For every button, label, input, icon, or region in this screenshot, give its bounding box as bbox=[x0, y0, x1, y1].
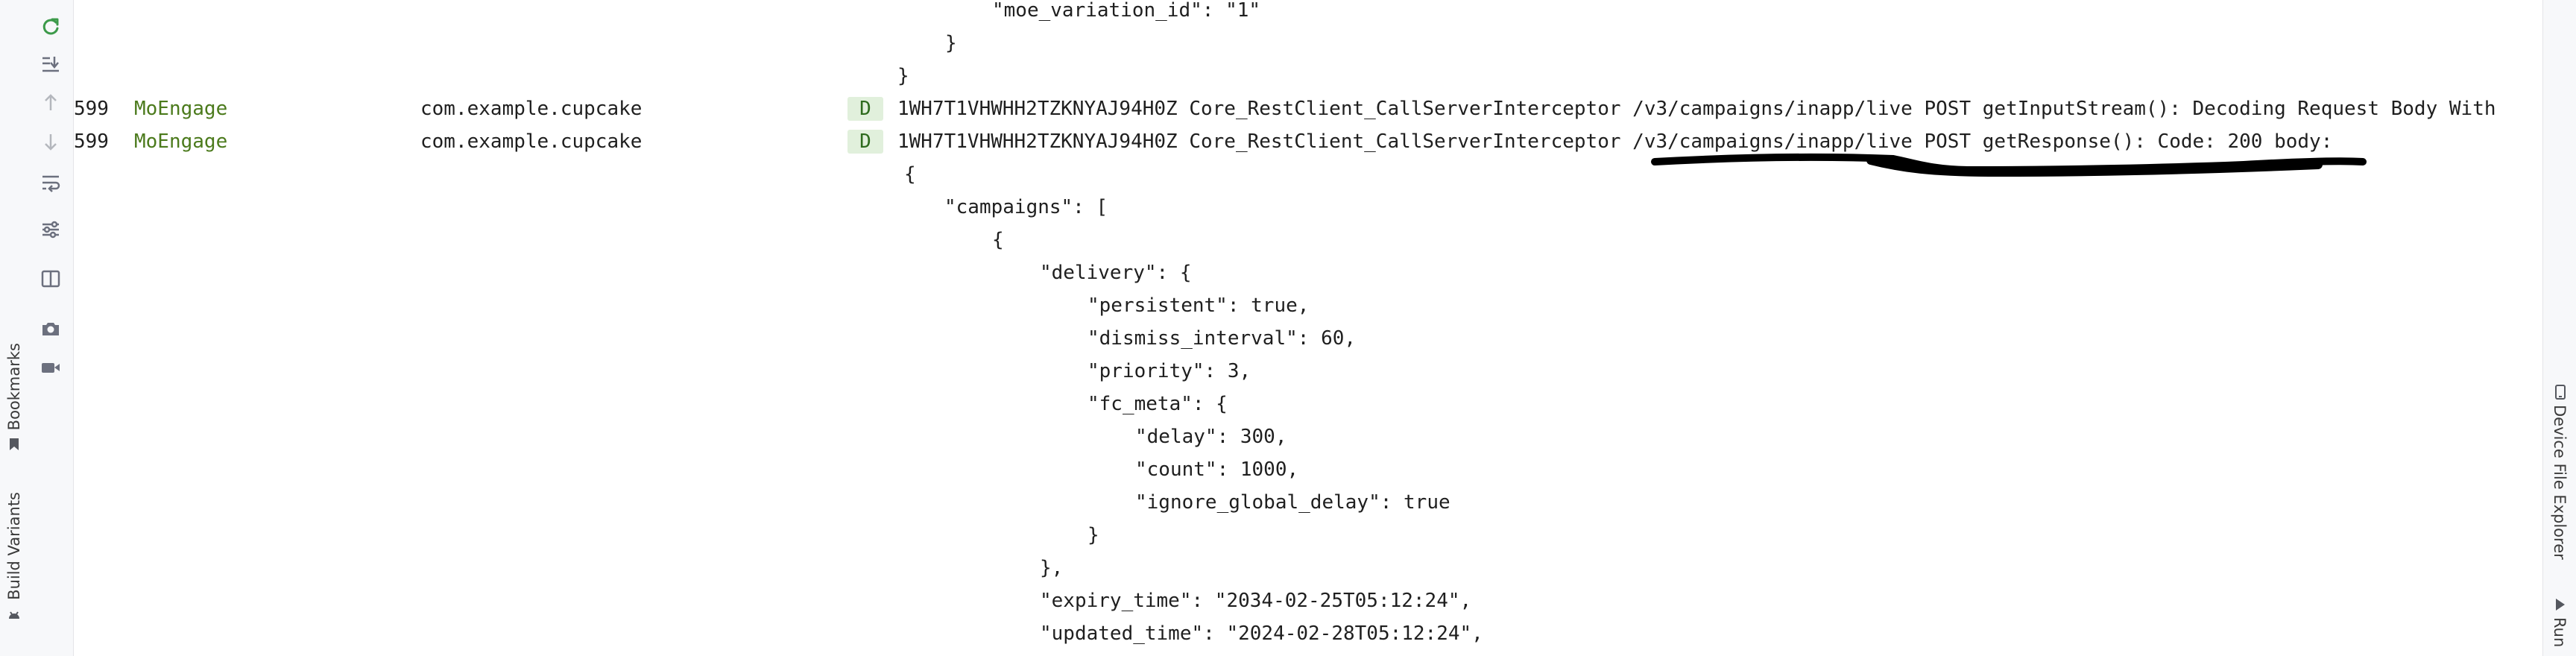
restart-icon bbox=[42, 18, 59, 35]
json-line: "moe_variation_id": "1" bbox=[992, 0, 1261, 22]
restart-logcat-button[interactable] bbox=[36, 12, 66, 42]
device-icon bbox=[2555, 385, 2566, 400]
right-tool-window-stripe: Device File Explorer Run bbox=[2542, 0, 2576, 656]
scroll-to-end-button[interactable] bbox=[36, 49, 66, 79]
json-line: "persistent": true, bbox=[1087, 294, 1310, 317]
previous-occurrence-button[interactable] bbox=[36, 88, 66, 118]
next-occurrence-button[interactable] bbox=[36, 127, 66, 157]
filter-settings-icon bbox=[42, 221, 59, 239]
log-tag: MoEngage bbox=[134, 130, 228, 153]
json-line: "expiry_time": "2034-02-25T05:12:24", bbox=[1040, 590, 1472, 612]
log-message: 1WH7T1VHWHH2TZKNYAJ94H0Z Core_RestClient… bbox=[897, 130, 2333, 153]
split-panels-icon bbox=[41, 270, 60, 288]
json-line: "updated_time": "2024-02-28T05:12:24", bbox=[1040, 622, 1483, 645]
json-line: "fc_meta": { bbox=[1087, 393, 1228, 415]
screen-record-button[interactable] bbox=[36, 353, 66, 382]
log-level-badge: D bbox=[847, 130, 883, 154]
json-line: }, bbox=[1040, 557, 1064, 579]
logcat-toolbar bbox=[28, 0, 74, 656]
run-icon bbox=[2556, 599, 2565, 611]
json-line: "dismiss_interval": 60, bbox=[1087, 327, 1357, 350]
screen-capture-button[interactable] bbox=[36, 314, 66, 344]
run-tab[interactable]: Run bbox=[2548, 596, 2572, 647]
log-package: com.example.cupcake bbox=[420, 98, 643, 120]
build-variants-tab-label: Build Variants bbox=[5, 492, 23, 600]
log-entry[interactable]: 599 MoEngage com.example.cupcake D 1WH7T… bbox=[74, 92, 2496, 125]
run-tab-label: Run bbox=[2551, 617, 2569, 648]
logcat-output[interactable]: "moe_variation_id": "1" } } 599 MoEngage… bbox=[74, 0, 2543, 656]
log-message: 1WH7T1VHWHH2TZKNYAJ94H0Z Core_RestClient… bbox=[897, 98, 2496, 120]
android-icon bbox=[9, 611, 19, 619]
json-line: "delivery": { bbox=[1040, 262, 1192, 284]
video-icon bbox=[42, 363, 60, 373]
log-tag: MoEngage bbox=[134, 98, 228, 120]
json-line: { bbox=[992, 229, 1004, 251]
device-file-explorer-tab[interactable]: Device File Explorer bbox=[2548, 384, 2572, 560]
soft-wrap-button[interactable] bbox=[36, 168, 66, 198]
camera-icon bbox=[42, 323, 59, 335]
scroll-to-end-icon bbox=[42, 57, 59, 72]
bookmarks-tab[interactable]: Bookmarks bbox=[3, 343, 25, 452]
log-level-badge: D bbox=[847, 97, 883, 121]
bookmarks-tab-label: Bookmarks bbox=[5, 343, 23, 431]
json-line: "campaigns": [ bbox=[944, 196, 1108, 218]
left-tool-window-stripe: Bookmarks Build Variants bbox=[0, 0, 29, 656]
json-line: { bbox=[904, 163, 916, 186]
arrow-up-icon bbox=[45, 94, 57, 110]
build-variants-tab[interactable]: Build Variants bbox=[3, 492, 25, 622]
json-line: } bbox=[897, 65, 909, 87]
arrow-down-icon bbox=[45, 134, 57, 151]
json-line: "ignore_global_delay": true bbox=[1135, 491, 1450, 514]
json-line: "priority": 3, bbox=[1087, 360, 1251, 382]
log-package: com.example.cupcake bbox=[420, 130, 643, 153]
log-pid: 599 bbox=[74, 130, 109, 153]
json-line: "delay": 300, bbox=[1135, 426, 1287, 448]
logcat-format-settings-button[interactable] bbox=[36, 215, 66, 245]
device-file-explorer-tab-label: Device File Explorer bbox=[2551, 405, 2569, 560]
log-entry[interactable]: 599 MoEngage com.example.cupcake D 1WH7T… bbox=[74, 125, 2332, 158]
log-pid: 599 bbox=[74, 98, 109, 120]
split-panels-button[interactable] bbox=[36, 264, 66, 294]
soft-wrap-icon bbox=[42, 175, 60, 192]
json-line: "count": 1000, bbox=[1135, 458, 1299, 481]
json-line: } bbox=[1087, 524, 1099, 546]
json-line: } bbox=[945, 32, 957, 54]
bookmark-icon bbox=[10, 438, 19, 451]
